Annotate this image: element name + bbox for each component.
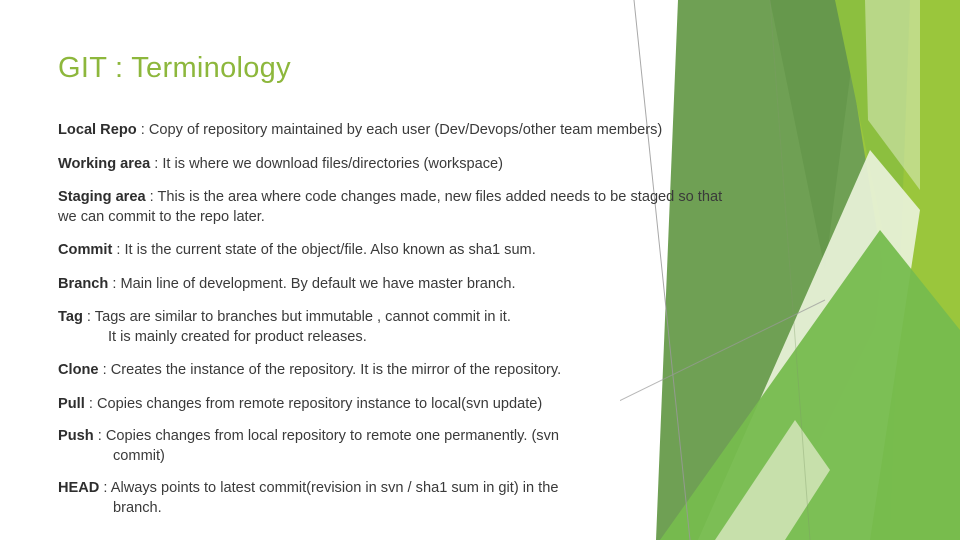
term-definition: Copy of repository maintained by each us… <box>148 122 663 138</box>
term-definition: It is the current state of the object/fi… <box>124 242 536 258</box>
term-definition: Copies changes from local repository to … <box>105 428 560 444</box>
term-label: Tag <box>58 309 83 325</box>
term-entry-pull: Pull : Copies changes from remote reposi… <box>58 395 730 415</box>
term-entry-staging-area: Staging area : This is the area where co… <box>58 188 730 227</box>
term-label: Push <box>58 428 94 444</box>
term-entry-commit: Commit : It is the current state of the … <box>58 241 730 261</box>
term-separator: : <box>98 362 111 378</box>
decor-shape-light-upper <box>865 0 920 190</box>
decor-shape-dark-overlay <box>770 0 860 270</box>
term-continuation: commit) <box>113 447 165 464</box>
term-separator: : <box>145 189 158 205</box>
decor-hairline-right <box>769 0 811 540</box>
decor-shape-bright-base <box>770 0 960 540</box>
term-label: Local Repo <box>58 122 137 138</box>
term-entry-local-repo: Local Repo : Copy of repository maintain… <box>58 121 730 141</box>
term-label: Clone <box>58 362 99 378</box>
term-separator: : <box>99 480 111 496</box>
term-definition: This is the area where code changes made… <box>58 189 723 225</box>
term-label: Branch <box>58 275 109 292</box>
term-entry-clone: Clone : Creates the instance of the repo… <box>58 361 730 381</box>
term-separator: : <box>84 395 97 412</box>
decor-shape-yellow-band <box>835 0 960 540</box>
term-separator: : <box>108 275 121 292</box>
term-label: Working area <box>58 155 151 172</box>
term-continuation: branch. <box>113 499 162 516</box>
decor-shape-pale-sliver <box>715 420 830 540</box>
term-separator: : <box>112 242 125 258</box>
term-separator: : <box>93 428 106 444</box>
term-entry-working-area: Working area : It is where we download f… <box>58 155 730 175</box>
term-separator: : <box>136 122 149 138</box>
term-continuation: It is mainly created for product release… <box>108 328 367 345</box>
term-entry-head: HEAD : Always points to latest commit(re… <box>58 479 730 518</box>
term-definition: It is where we download files/directorie… <box>162 155 504 172</box>
page-title: GIT : Terminology <box>58 52 291 84</box>
term-definition: Always points to latest commit(revision … <box>110 480 559 496</box>
slide-canvas: GIT : Terminology Local Repo : Copy of r… <box>0 0 960 540</box>
term-label: HEAD <box>58 480 100 496</box>
term-definition: Creates the instance of the repository. … <box>110 362 562 378</box>
term-definition: Tags are similar to branches but immutab… <box>94 309 511 325</box>
term-separator: : <box>82 309 95 325</box>
term-entry-branch: Branch : Main line of development. By de… <box>58 275 730 295</box>
term-entry-tag: Tag : Tags are similar to branches but i… <box>58 308 730 347</box>
decor-shape-brightest-slab <box>890 0 960 540</box>
term-label: Commit <box>58 242 113 258</box>
term-label: Staging area <box>58 189 146 205</box>
term-definition: Copies changes from remote repository in… <box>96 395 543 412</box>
term-entry-push: Push : Copies changes from local reposit… <box>58 427 730 466</box>
term-separator: : <box>150 155 163 172</box>
term-definition: Main line of development. By default we … <box>120 275 516 292</box>
decor-shape-pale-wedge <box>698 150 920 540</box>
terminology-list: Local Repo : Copy of repository maintain… <box>58 121 730 532</box>
term-label: Pull <box>58 395 85 412</box>
